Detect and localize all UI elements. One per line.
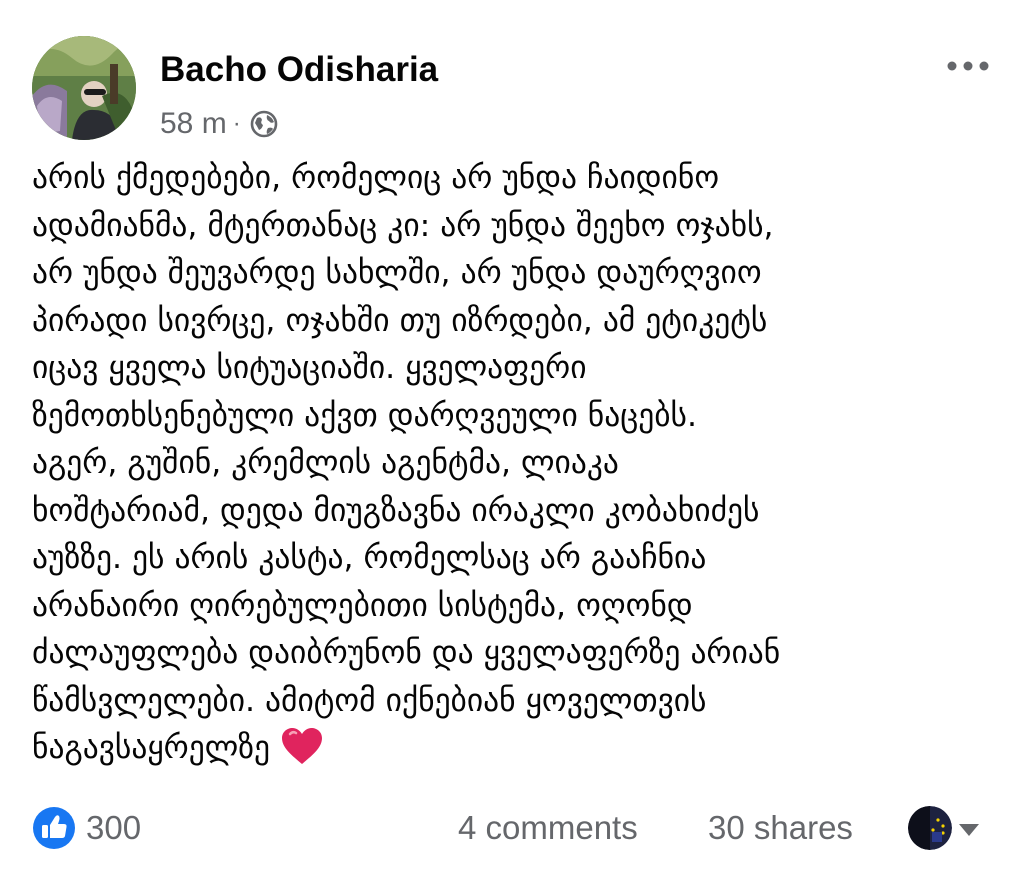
- more-horizontal-icon: [947, 61, 989, 71]
- post-text-line: ნაგავსაყრელზე: [32, 730, 271, 766]
- reaction-profile-avatar[interactable]: [908, 806, 952, 850]
- author-name[interactable]: Bacho Odisharia: [160, 50, 438, 90]
- post-text-line: აგერ, გუშინ, კრემლის აგენტმა, ლიაკა: [32, 445, 619, 481]
- post-text-line: ადამიანმა, მტერთანაც კი: არ უნდა შეეხო ო…: [32, 207, 774, 244]
- meta-separator: ·: [232, 110, 241, 137]
- post-text-line: არის ქმედებები, რომელიც არ უნდა ჩაიდინო: [32, 160, 720, 196]
- post-header: Bacho Odisharia 58 m ·: [32, 36, 992, 144]
- like-count[interactable]: 300: [86, 808, 141, 848]
- globe-icon: [249, 109, 279, 139]
- post-text-line: ხოშტარიამ, დედა მიუგზავნა ირაკლი კობახიძ…: [32, 492, 760, 529]
- caret-down-icon[interactable]: [958, 822, 980, 836]
- post-text-line: არანაირი ღირებულებითი სისტემა, ოღონდ: [32, 587, 693, 624]
- post-text: არის ქმედებები, რომელიც არ უნდა ჩაიდინო …: [32, 155, 992, 773]
- post-text-line: პირადი სივრცე, ოჯახში თუ იზრდები, ამ ეტი…: [32, 302, 768, 339]
- avatar-photo: [32, 36, 136, 140]
- heart-emoji: [280, 726, 324, 766]
- author-avatar[interactable]: [32, 36, 136, 140]
- post-text-line: იცავ ყველა სიტუაციაში. ყველაფერი: [32, 350, 587, 386]
- post-text-last-line: ნაგავსაყრელზე: [32, 725, 992, 773]
- post-footer: 300 4 comments 30 shares: [32, 802, 992, 852]
- post-text-line: არ უნდა შეუვარდე სახლში, არ უნდა დაურღვი…: [32, 255, 762, 291]
- post-text-line: აუზზე. ეს არის კასტა, რომელსაც არ გააჩნი…: [32, 540, 707, 576]
- post-meta: 58 m ·: [160, 106, 279, 142]
- post-text-line: ძალაუფლება დაიბრუნონ და ყველაფერზე არიან: [32, 635, 781, 671]
- shares-link[interactable]: 30 shares: [708, 808, 853, 848]
- post-time[interactable]: 58 m: [160, 107, 227, 141]
- like-icon[interactable]: [32, 806, 76, 850]
- post-text-line: ზემოთხსენებული აქვთ დარღვეული ნაცებს.: [32, 397, 697, 434]
- comments-link[interactable]: 4 comments: [458, 808, 638, 848]
- more-options-button[interactable]: [944, 54, 992, 78]
- post-text-line: წამსვლელები. ამიტომ იქნებიან ყოველთვის: [32, 682, 707, 719]
